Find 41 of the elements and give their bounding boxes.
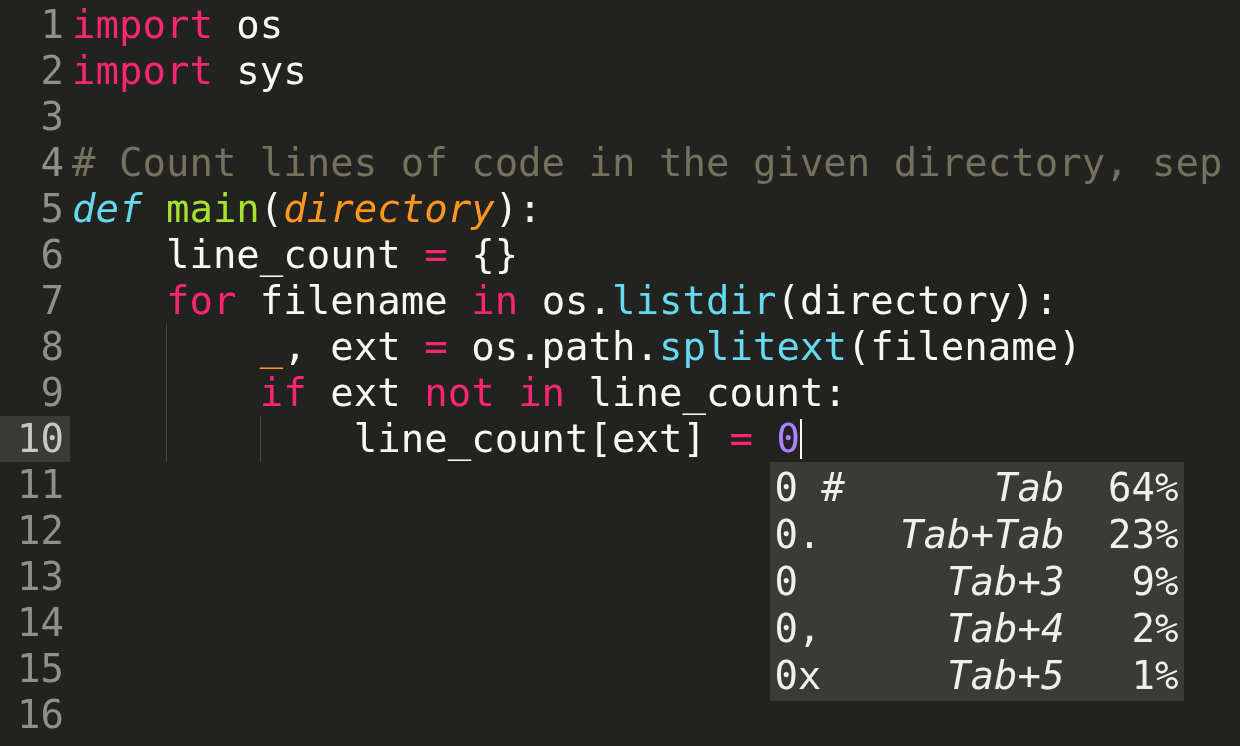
probability-label: 1% [1130, 652, 1179, 699]
probability-label: 2% [1130, 605, 1179, 652]
suggestion-text[interactable]: 0 # [774, 464, 887, 511]
line-number: 5 [39, 186, 65, 232]
suggestion-text[interactable]: 0 [774, 558, 887, 605]
line-number: 7 [39, 278, 65, 324]
code-line: def main(directory): [72, 186, 542, 232]
shortcut-label: Tab+3 [946, 558, 1065, 605]
line-number: 3 [39, 94, 65, 140]
suggestion-text[interactable]: 0, [774, 605, 887, 652]
text-cursor [799, 419, 802, 459]
line-number: 9 [39, 370, 65, 416]
code-line: for filename in os.listdir(directory): [164, 278, 1059, 324]
line-number: 13 [16, 554, 65, 600]
line-number: 16 [16, 692, 65, 738]
line-number: 10 [0, 416, 70, 462]
line-number: 14 [16, 600, 65, 646]
shortcut-label: Tab [992, 464, 1065, 511]
probability-label: 9% [1130, 558, 1179, 605]
suggestion-text[interactable]: 0x [774, 652, 887, 699]
line-number: 6 [39, 232, 65, 278]
code-line: import sys [72, 48, 307, 94]
line-number: 1 [39, 2, 65, 48]
line-number: 4 [39, 140, 65, 186]
line-number: 15 [16, 646, 65, 692]
shortcut-label: Tab+Tab [899, 511, 1065, 558]
line-number: 11 [16, 462, 65, 508]
line-number: 2 [39, 48, 65, 94]
code-line: # Count lines of code in the given directory, sep [72, 140, 1223, 186]
probability-label: 64% [1106, 464, 1179, 511]
suggestion-text[interactable]: 0. [774, 511, 887, 558]
line-number: 8 [39, 324, 65, 370]
line-number: 12 [16, 508, 65, 554]
code-line: if ext not in line_count: [258, 370, 847, 416]
code-line: line_count[ext] = 0 [352, 416, 800, 462]
code-line: import os [72, 2, 284, 48]
shortcut-label: Tab+5 [946, 652, 1065, 699]
code-line: line_count = {} [164, 232, 519, 278]
probability-label: 23% [1106, 511, 1179, 558]
code-line: _, ext = os.path.splitext(filename) [258, 324, 1082, 370]
shortcut-label: Tab+4 [946, 605, 1065, 652]
